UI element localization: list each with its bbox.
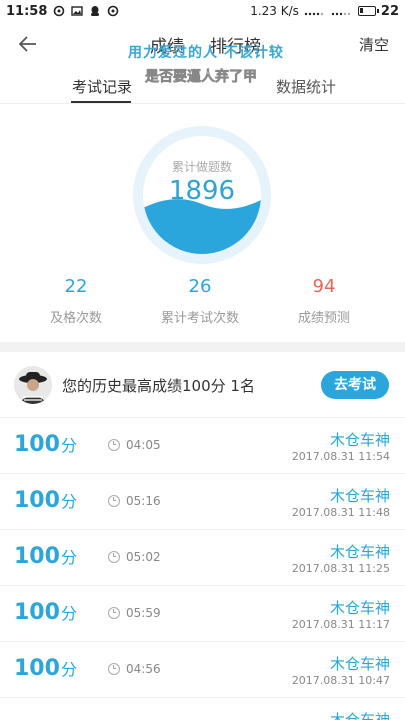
user-name: 木仓车神 xyxy=(329,543,390,561)
best-score-row: 您的历史最高成绩100分 1名 去考试 xyxy=(0,352,405,418)
score-value: 100 xyxy=(14,432,60,457)
score-unit: 分 xyxy=(60,436,77,455)
list-item[interactable]: 100分 05:02 木仓车神 2017.08.31 11:25 xyxy=(0,530,405,586)
stat-value: 22 xyxy=(64,276,88,297)
active-tab-indicator xyxy=(71,101,131,103)
clear-button[interactable]: 清空 xyxy=(359,34,389,55)
stat-score-prediction: 94 成绩预测 xyxy=(269,276,379,326)
score-value: 100 xyxy=(14,600,60,625)
score: 100分 xyxy=(14,488,77,513)
score xyxy=(14,712,15,720)
list-item[interactable]: 100分 04:56 木仓车神 2017.08.31 10:47 xyxy=(0,642,405,698)
progress-ring: 累计做题数 1896 xyxy=(133,126,271,264)
stat-label: 及格次数 xyxy=(49,311,102,326)
stat-value: 94 xyxy=(312,276,336,297)
list-item[interactable]: 木仓车神 xyxy=(0,698,405,720)
duration: 04:56 xyxy=(126,662,161,676)
clock-icon xyxy=(108,551,120,563)
stat-exam-count: 26 累计考试次数 xyxy=(145,276,255,326)
clock-icon xyxy=(108,495,120,507)
duration: 04:05 xyxy=(126,438,161,452)
lyric-overlay-line1: 用力爱过的人 不该计较 xyxy=(128,45,284,61)
signal-icon-2 xyxy=(331,12,351,16)
app-notification-icon xyxy=(54,5,65,17)
stat-label: 累计考试次数 xyxy=(160,311,239,326)
total-questions-label: 累计做题数 xyxy=(171,160,232,174)
duration: 05:16 xyxy=(126,494,161,508)
user-name: 木仓车神 xyxy=(329,599,390,617)
score-unit: 分 xyxy=(60,604,77,623)
score: 100分 xyxy=(14,656,77,681)
score: 100分 xyxy=(14,544,77,569)
qq-notification-icon xyxy=(91,6,100,16)
score: 100分 xyxy=(14,600,77,625)
summary-section: 累计做题数 1896 22 及格次数 26 累计考试次数 94 成绩预测 xyxy=(0,104,405,342)
score-value: 100 xyxy=(14,544,60,569)
network-speed: 1.23 K/s xyxy=(250,4,299,18)
score-unit: 分 xyxy=(60,660,77,679)
tab-data-stats[interactable]: 数据统计 xyxy=(276,76,336,97)
stat-value: 26 xyxy=(188,276,212,297)
duration: 05:02 xyxy=(126,550,161,564)
status-bar: 11:58 1.23 K/s 22 xyxy=(0,0,405,22)
avatar-image xyxy=(14,366,52,404)
wave-gauge: 累计做题数 1896 xyxy=(143,136,261,254)
clock-icon xyxy=(108,663,120,675)
stat-pass-count: 22 及格次数 xyxy=(21,276,131,326)
score-unit: 分 xyxy=(60,548,77,567)
list-item[interactable]: 100分 05:16 木仓车神 2017.08.31 11:48 xyxy=(0,474,405,530)
image-notification-icon xyxy=(71,6,84,16)
take-exam-button[interactable]: 去考试 xyxy=(321,371,389,399)
user-name: 木仓车神 xyxy=(329,711,390,720)
list-item[interactable]: 100分 05:59 木仓车神 2017.08.31 11:17 xyxy=(0,586,405,642)
signal-icon xyxy=(304,12,324,16)
stat-label: 成绩预测 xyxy=(297,311,350,326)
avatar[interactable] xyxy=(14,366,52,404)
date-time: 2017.08.31 11:17 xyxy=(291,618,390,631)
score-value: 100 xyxy=(14,488,60,513)
date-time: 2017.08.31 11:54 xyxy=(291,450,390,463)
date-time: 2017.08.31 11:48 xyxy=(291,506,390,519)
tab-exam-records[interactable]: 考试记录 xyxy=(72,76,132,97)
section-divider xyxy=(0,342,405,352)
score-value: 100 xyxy=(14,656,60,681)
date-time: 2017.08.31 10:47 xyxy=(291,674,390,687)
status-time: 11:58 xyxy=(6,3,48,19)
best-score-text: 您的历史最高成绩100分 1名 xyxy=(62,377,255,395)
clock-icon xyxy=(108,439,120,451)
lyric-overlay-line2: 是否要逼人弃了甲 xyxy=(145,69,258,86)
user-name: 木仓车神 xyxy=(329,655,390,673)
list-item[interactable]: 100分 04:05 木仓车神 2017.08.31 11:54 xyxy=(0,418,405,474)
date-time: 2017.08.31 11:25 xyxy=(291,562,390,575)
app-notification-icon-2 xyxy=(108,5,119,17)
user-name: 木仓车神 xyxy=(329,487,390,505)
battery-icon xyxy=(357,6,379,16)
exam-records-list: 100分 04:05 木仓车神 2017.08.31 11:54 100分 05… xyxy=(0,418,405,720)
user-name: 木仓车神 xyxy=(329,431,390,449)
score: 100分 xyxy=(14,432,77,457)
back-arrow-icon[interactable] xyxy=(16,32,40,56)
clock-icon xyxy=(108,607,120,619)
total-questions-value: 1896 xyxy=(168,176,236,206)
score-unit: 分 xyxy=(60,492,77,511)
battery-level: 22 xyxy=(380,3,399,19)
duration: 05:59 xyxy=(126,606,161,620)
